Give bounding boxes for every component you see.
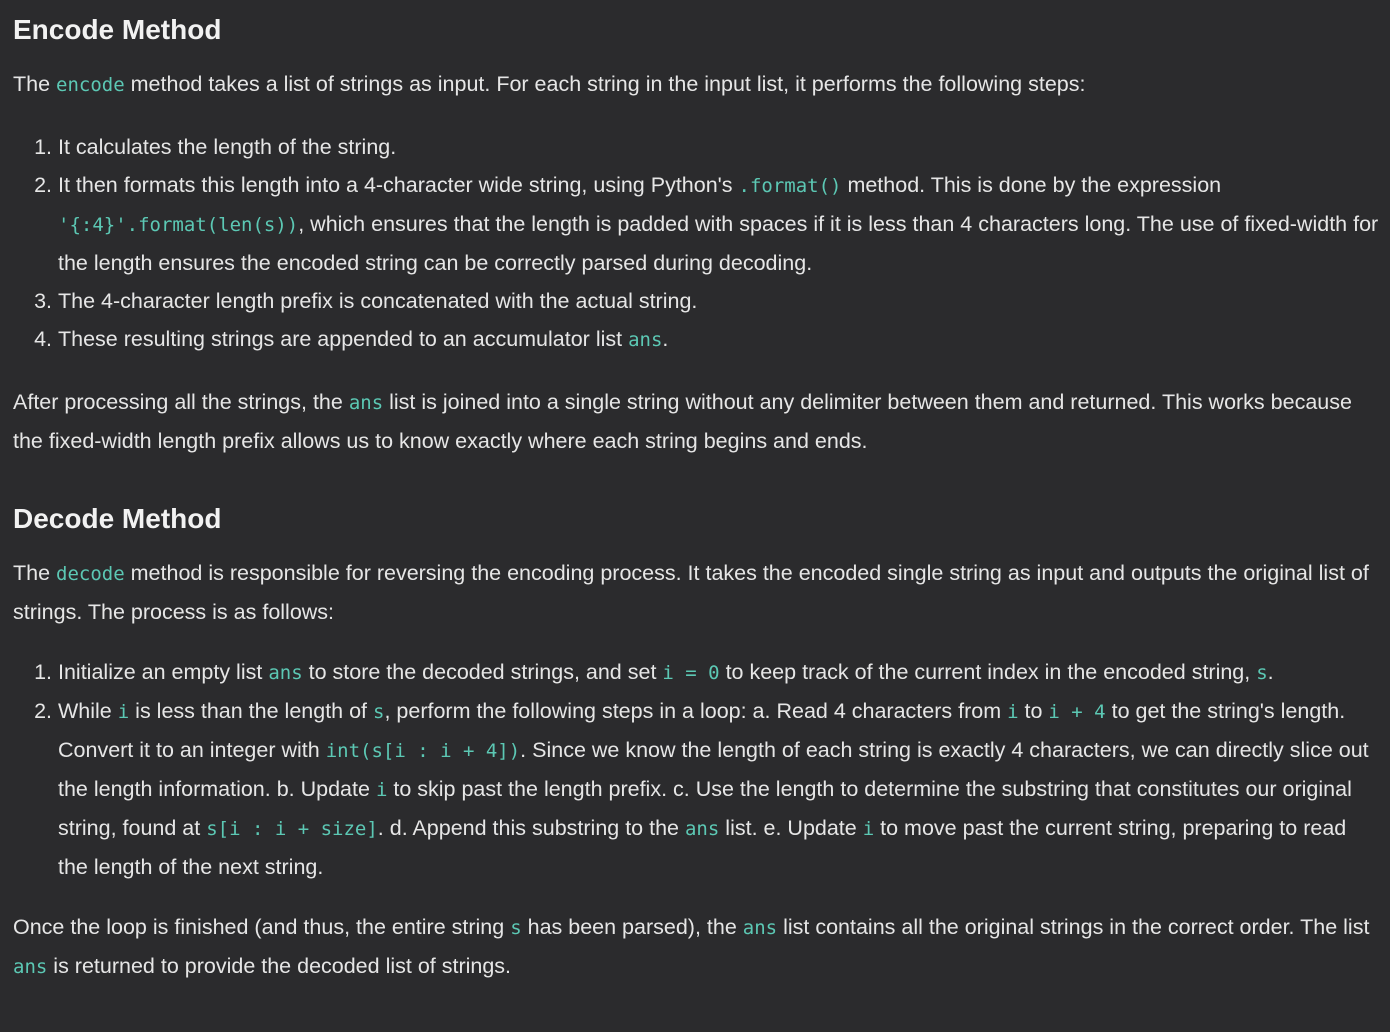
encode-intro-paragraph: The encode method takes a list of string… <box>13 72 1086 96</box>
list-item: It calculates the length of the string. <box>58 128 1380 166</box>
inline-code: encode <box>56 74 125 96</box>
inline-code: ans <box>348 392 384 414</box>
inline-code: s[i : i + size] <box>206 818 378 840</box>
list-item: Initialize an empty list ans to store th… <box>58 653 1380 692</box>
decode-intro-paragraph: The decode method is responsible for rev… <box>13 561 1369 624</box>
inline-code: '{:4}'.format(len(s)) <box>58 214 299 236</box>
decode-steps-list: Initialize an empty list ans to store th… <box>13 653 1380 886</box>
encode-method-heading: Encode Method <box>13 14 222 45</box>
inline-code: i <box>375 779 388 801</box>
list-item: These resulting strings are appended to … <box>58 320 1380 359</box>
inline-code: i + 4 <box>1048 701 1106 723</box>
inline-code: i <box>117 701 130 723</box>
explanation-document: Encode Method The encode method takes a … <box>0 0 1390 986</box>
inline-code: decode <box>56 563 125 585</box>
inline-code: i <box>862 818 875 840</box>
inline-code: ans <box>13 956 48 978</box>
encode-summary-paragraph: After processing all the strings, the an… <box>13 390 1352 453</box>
inline-code: int(s[i : i + 4]) <box>325 740 521 762</box>
list-item: It then formats this length into a 4-cha… <box>58 166 1380 282</box>
encode-steps-list: It calculates the length of the string. … <box>13 128 1380 359</box>
list-item: While i is less than the length of s, pe… <box>58 692 1380 886</box>
decode-method-heading: Decode Method <box>13 503 222 534</box>
inline-code: i = 0 <box>662 662 720 684</box>
inline-code: .format() <box>738 175 842 197</box>
inline-code: ans <box>684 818 720 840</box>
inline-code: s <box>1256 662 1268 684</box>
list-item: The 4-character length prefix is concate… <box>58 282 1380 320</box>
inline-code: ans <box>742 917 778 939</box>
inline-code: s <box>373 701 385 723</box>
inline-code: s <box>510 917 522 939</box>
inline-code: ans <box>628 329 663 351</box>
inline-code: ans <box>268 662 303 684</box>
inline-code: i <box>1007 701 1019 723</box>
decode-summary-paragraph: Once the loop is finished (and thus, the… <box>13 915 1370 978</box>
